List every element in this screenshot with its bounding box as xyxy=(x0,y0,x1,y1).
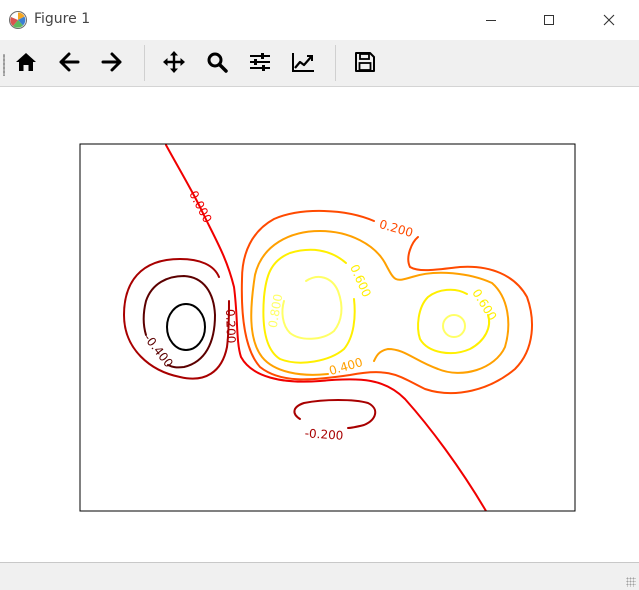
contour-label: -0.200 xyxy=(223,304,238,343)
toolbar-grip[interactable] xyxy=(3,54,5,76)
arrow-right-icon xyxy=(101,52,122,72)
plot-area xyxy=(80,144,575,511)
subplots-button[interactable] xyxy=(243,45,277,79)
forward-button[interactable] xyxy=(95,45,129,79)
toolbar-separator xyxy=(144,45,145,81)
close-button[interactable] xyxy=(586,0,632,40)
maximize-icon xyxy=(544,15,554,25)
back-button[interactable] xyxy=(52,45,86,79)
home-button[interactable] xyxy=(9,45,43,79)
minimize-button[interactable] xyxy=(468,0,514,40)
magnifier-icon xyxy=(207,52,228,73)
arrow-left-icon xyxy=(59,52,80,72)
status-bar xyxy=(0,562,639,590)
close-icon xyxy=(603,14,615,26)
maximize-button[interactable] xyxy=(526,0,572,40)
contour-label: -0.200 xyxy=(304,426,344,443)
figure-canvas[interactable]: 0.000 -0.200 -0.400 0.200 0.400 0.600 0.… xyxy=(0,87,639,562)
toolbar-separator xyxy=(335,45,336,81)
move-icon xyxy=(163,51,185,73)
minimize-icon xyxy=(486,20,496,21)
window-title: Figure 1 xyxy=(34,11,91,27)
line-chart-icon xyxy=(292,53,314,72)
save-button[interactable] xyxy=(348,45,382,79)
sliders-icon xyxy=(250,53,270,71)
title-bar: Figure 1 xyxy=(0,0,639,40)
zoom-button[interactable] xyxy=(200,45,234,79)
floppy-disk-icon xyxy=(355,52,375,72)
pan-button[interactable] xyxy=(157,45,191,79)
matplotlib-logo-icon xyxy=(9,11,27,29)
contour-plot[interactable]: 0.000 -0.200 -0.400 0.200 0.400 0.600 0.… xyxy=(0,87,639,562)
home-icon xyxy=(16,53,36,71)
resize-grip-icon[interactable] xyxy=(626,577,636,587)
navigation-toolbar xyxy=(0,40,639,87)
customize-button[interactable] xyxy=(286,45,320,79)
